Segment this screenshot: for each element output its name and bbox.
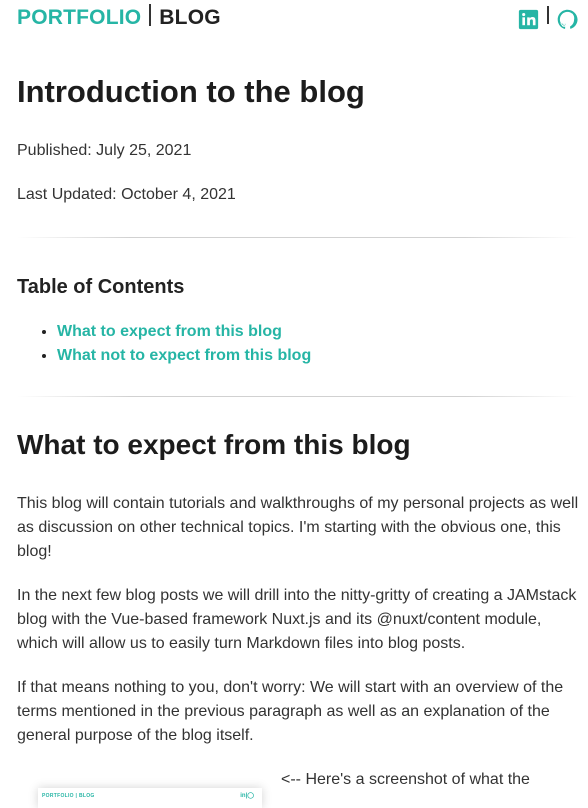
updated-date: Last Updated: October 4, 2021 (17, 186, 236, 203)
page-title: Introduction to the blog (17, 74, 365, 109)
toc-link-what-not-to-expect[interactable]: What not to expect from this blog (57, 347, 311, 364)
social-links (518, 6, 578, 30)
toc-heading: Table of Contents (17, 276, 185, 298)
table-of-contents: What to expect from this blog What not t… (17, 320, 311, 368)
screenshot-caption: <-- Here's a screenshot of what the (281, 771, 530, 788)
nav-divider (149, 4, 152, 26)
toc-link-what-to-expect[interactable]: What to expect from this blog (57, 323, 282, 340)
toc-item: What not to expect from this blog (57, 344, 311, 368)
social-divider (547, 6, 549, 24)
nav-blog-link[interactable]: BLOG (159, 6, 220, 30)
paragraph: In the next few blog posts we will drill… (17, 587, 577, 652)
published-date: Published: July 25, 2021 (17, 142, 192, 159)
paragraph: If that means nothing to you, don't worr… (17, 679, 564, 744)
divider (17, 396, 577, 397)
nav-portfolio-link[interactable]: PORTFOLIO (17, 6, 141, 30)
divider (17, 237, 577, 238)
paragraph: This blog will contain tutorials and wal… (17, 495, 579, 560)
nav-brand: PORTFOLIO BLOG (17, 4, 221, 30)
top-nav: PORTFOLIO BLOG (17, 4, 578, 34)
linkedin-icon[interactable] (518, 9, 539, 30)
section-heading: What to expect from this blog (17, 429, 411, 460)
blog-screenshot-image: PORTFOLIO | BLOG in|◯ (38, 788, 262, 808)
screenshot-mini-nav: PORTFOLIO | BLOG (42, 793, 95, 799)
toc-item: What to expect from this blog (57, 320, 311, 344)
github-icon[interactable] (557, 9, 578, 30)
